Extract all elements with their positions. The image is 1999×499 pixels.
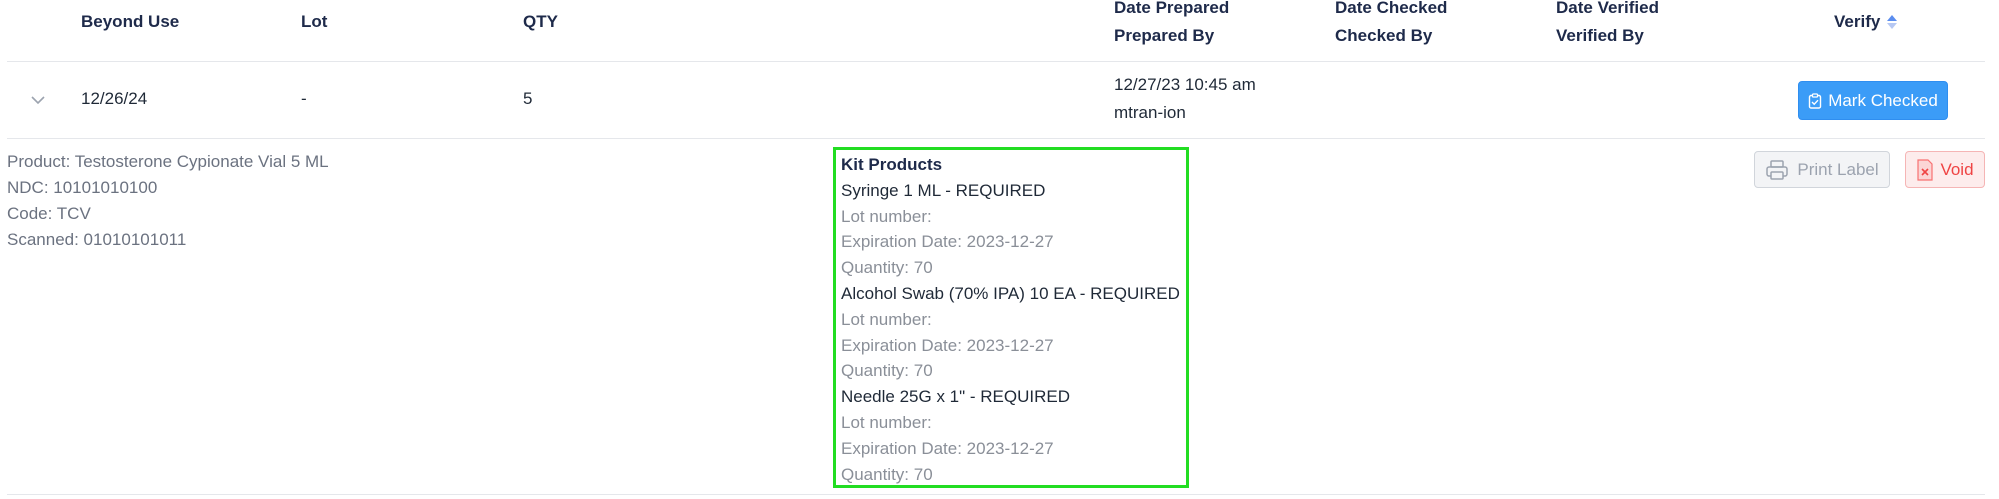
col-header-verify[interactable]: Verify bbox=[1834, 8, 1898, 36]
row-prepared-by: mtran-ion bbox=[1114, 103, 1186, 122]
row-date-prepared: 12/27/23 10:45 am bbox=[1114, 75, 1256, 94]
col-header-beyond-use: Beyond Use bbox=[81, 12, 180, 31]
kit-item-name: Syringe 1 ML - REQUIRED bbox=[841, 180, 1046, 200]
row-qty: 5 bbox=[523, 89, 533, 108]
row-divider bbox=[7, 138, 1985, 139]
product-details: Product: Testosterone Cypionate Vial 5 M… bbox=[7, 149, 329, 253]
chevron-down-icon[interactable] bbox=[30, 93, 46, 105]
col-header-verified-by: Verified By bbox=[1556, 26, 1644, 45]
sort-icon[interactable] bbox=[1886, 14, 1898, 30]
col-header-prepared-by: Prepared By bbox=[1114, 26, 1215, 45]
row-lot: - bbox=[301, 89, 307, 108]
kit-item-lot: Lot number: bbox=[841, 309, 932, 329]
col-header-date-checked: Date Checked bbox=[1335, 0, 1448, 17]
col-header-date-prepared: Date Prepared bbox=[1114, 0, 1230, 17]
col-header-date-verified: Date Verified bbox=[1556, 0, 1659, 17]
col-header-lot: Lot bbox=[301, 12, 328, 31]
print-label-text: Print Label bbox=[1797, 159, 1879, 179]
void-button[interactable]: Void bbox=[1905, 151, 1985, 188]
kit-item-name: Needle 25G x 1" - REQUIRED bbox=[841, 387, 1071, 407]
verify-label: Verify bbox=[1834, 12, 1881, 31]
col-header-qty: QTY bbox=[523, 12, 558, 31]
kit-item-expiration: Expiration Date: 2023-12-27 bbox=[841, 232, 1054, 252]
product-code: Code: TCV bbox=[7, 204, 91, 223]
kit-products-panel: Kit Products Syringe 1 ML - REQUIRED Lot… bbox=[833, 147, 1189, 488]
void-label: Void bbox=[1940, 159, 1974, 179]
file-x-icon bbox=[1916, 158, 1934, 181]
kit-item-lot: Lot number: bbox=[841, 412, 932, 432]
mark-checked-label: Mark Checked bbox=[1828, 90, 1938, 110]
bottom-divider bbox=[7, 494, 1985, 495]
product-ndc: NDC: 10101010100 bbox=[7, 178, 158, 197]
product-name: Product: Testosterone Cypionate Vial 5 M… bbox=[7, 152, 329, 171]
print-label-button[interactable]: Print Label bbox=[1754, 151, 1890, 188]
mark-checked-button[interactable]: Mark Checked bbox=[1798, 81, 1948, 120]
kit-item-lot: Lot number: bbox=[841, 206, 932, 226]
row-beyond-use: 12/26/24 bbox=[81, 89, 148, 108]
kit-item-expiration: Expiration Date: 2023-12-27 bbox=[841, 438, 1054, 458]
header-divider bbox=[7, 61, 1985, 62]
kit-products-title: Kit Products bbox=[841, 155, 943, 174]
kit-item-quantity: Quantity: 70 bbox=[841, 361, 933, 381]
kit-item-expiration: Expiration Date: 2023-12-27 bbox=[841, 335, 1054, 355]
kit-item-quantity: Quantity: 70 bbox=[841, 464, 933, 484]
kit-item-name: Alcohol Swab (70% IPA) 10 EA - REQUIRED bbox=[841, 283, 1180, 303]
printer-icon bbox=[1765, 159, 1789, 181]
clipboard-check-icon bbox=[1808, 92, 1822, 109]
col-header-checked-by: Checked By bbox=[1335, 26, 1433, 45]
product-scanned: Scanned: 01010101011 bbox=[7, 230, 187, 249]
kit-item-quantity: Quantity: 70 bbox=[841, 258, 933, 278]
